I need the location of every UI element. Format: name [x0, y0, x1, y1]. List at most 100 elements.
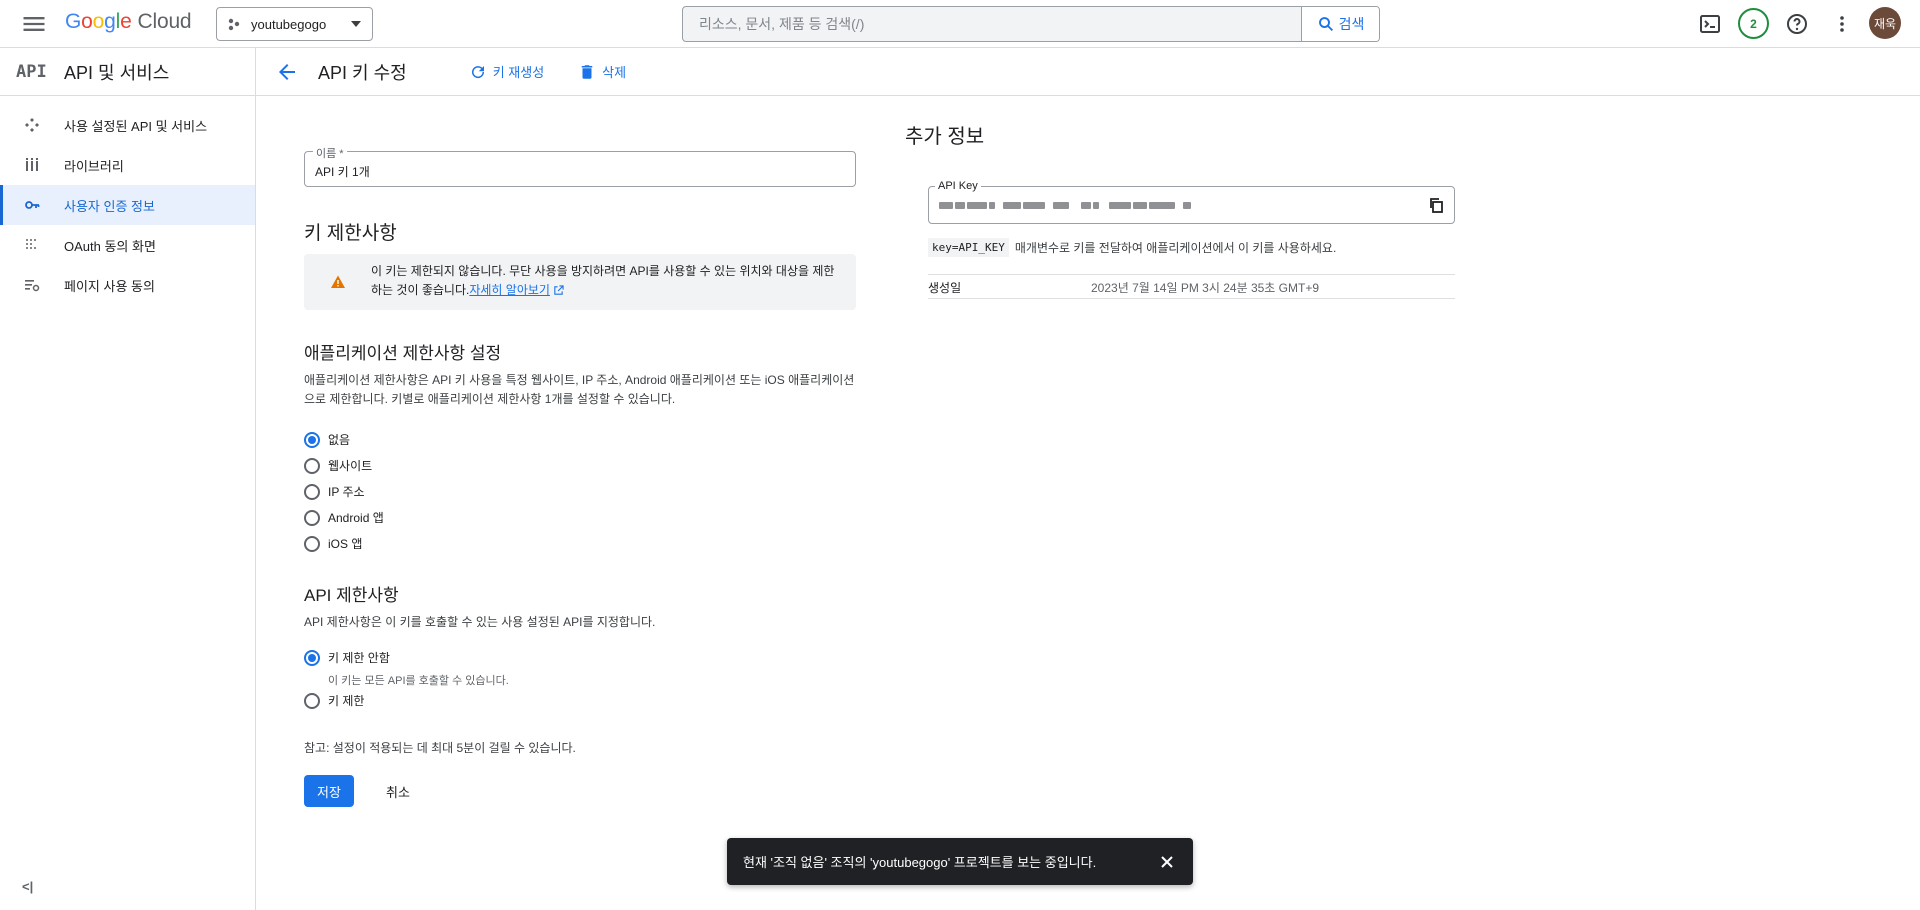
learn-more-link[interactable]: 자세히 알아보기: [469, 283, 550, 297]
sidebar-item-oauth[interactable]: OAuth 동의 화면: [0, 225, 255, 265]
logo-letter: o: [92, 10, 105, 33]
notification-badge[interactable]: 2: [1738, 8, 1769, 39]
logo-cloud-text: Cloud: [137, 10, 192, 33]
close-icon[interactable]: [1147, 842, 1187, 882]
regenerate-key-label: 키 재생성: [492, 65, 545, 80]
logo-letter: g: [104, 10, 116, 33]
sidebar-title: API 및 서비스: [64, 62, 170, 83]
radio-label: IP 주소: [328, 485, 365, 499]
radio-button[interactable]: [304, 509, 320, 526]
trash-icon: [578, 63, 596, 81]
logo-letter: G: [65, 10, 82, 33]
search-button-label: 검색: [1338, 16, 1365, 32]
radio-label: 웹사이트: [328, 459, 373, 473]
delete-label: 삭제: [602, 65, 627, 80]
api-key-usage-hint: key=API_KEY 매개변수로 키를 전달하여 애플리케이션에서 이 키를 …: [928, 238, 1336, 257]
library-icon: [24, 157, 40, 173]
name-field[interactable]: 이름 * API 키 1개: [304, 145, 856, 187]
menu-icon[interactable]: [20, 10, 48, 38]
unrestricted-warning: 이 키는 제한되지 않습니다. 무단 사용을 방지하려면 API를 사용할 수 …: [304, 254, 856, 310]
app-option-website[interactable]: 웹사이트: [304, 457, 372, 474]
page-header: API 키 수정 키 재생성 삭제: [256, 48, 1920, 96]
snackbar: 현재 '조직 없음' 조직의 'youtubegogo' 프로젝트를 보는 중입…: [727, 838, 1193, 885]
app-option-ios[interactable]: iOS 앱: [304, 535, 362, 552]
radio-button[interactable]: [304, 535, 320, 552]
search-input[interactable]: [683, 7, 1301, 41]
warning-text: 이 키는 제한되지 않습니다. 무단 사용을 방지하려면 API를 사용할 수 …: [371, 264, 835, 297]
sidebar-item-library[interactable]: 라이브러리: [0, 145, 255, 185]
divider: [928, 298, 1455, 299]
warning-icon: [330, 274, 346, 290]
radio-button[interactable]: [304, 692, 320, 709]
project-name: youtubegogo: [251, 16, 327, 32]
sidebar-item-label: 라이브러리: [64, 158, 124, 174]
delete-button[interactable]: 삭제: [578, 62, 626, 81]
name-field-value: API 키 1개: [315, 165, 370, 179]
snackbar-message: 현재 '조직 없음' 조직의 'youtubegogo' 프로젝트를 보는 중입…: [743, 855, 1097, 870]
radio-label: 없음: [328, 433, 351, 447]
logo-letter: e: [120, 10, 132, 33]
save-button[interactable]: 저장: [304, 775, 354, 807]
copy-icon[interactable]: [1428, 197, 1444, 213]
app-option-none[interactable]: 없음: [304, 431, 350, 448]
api-key-param: key=API_KEY: [928, 238, 1009, 257]
warning-message: 이 키는 제한되지 않습니다. 무단 사용을 방지하려면 API를 사용할 수 …: [371, 262, 841, 300]
learn-more-label: 자세히 알아보기: [469, 283, 550, 297]
sidebar-list: 사용 설정된 API 및 서비스 라이브러리 사용자 인증 정보 OAuth 동…: [0, 96, 255, 305]
back-arrow-icon[interactable]: [275, 60, 299, 84]
radio-sublabel: 이 키는 모든 API를 호출할 수 있습니다.: [328, 675, 509, 687]
help-icon[interactable]: [1785, 12, 1809, 36]
avatar[interactable]: 재욱: [1869, 7, 1901, 39]
refresh-icon: [469, 63, 487, 81]
radio-button[interactable]: [304, 649, 320, 666]
key-restrictions-heading: 키 제한사항: [304, 223, 397, 244]
oauth-icon: [24, 237, 40, 253]
logo-letter: o: [81, 10, 93, 33]
chevron-down-icon: [350, 18, 362, 30]
sidebar-item-label: 사용 설정된 API 및 서비스: [64, 118, 208, 134]
cancel-button[interactable]: 취소: [376, 775, 420, 807]
created-date-value: 2023년 7월 14일 PM 3시 24분 35초 GMT+9: [1091, 281, 1320, 295]
top-bar: GoogleCloud youtubegogo 검색 2 재욱: [0, 0, 1920, 48]
more-vert-icon[interactable]: [1830, 12, 1854, 36]
api-key-field[interactable]: API Key: [928, 180, 1455, 224]
radio-button[interactable]: [304, 457, 320, 474]
key-icon: [24, 197, 40, 213]
project-icon: [227, 17, 241, 31]
sidebar-item-page-usage[interactable]: 페이지 사용 동의: [0, 265, 255, 305]
project-picker[interactable]: youtubegogo: [216, 7, 373, 41]
api-logo: API: [16, 61, 47, 82]
additional-info-heading: 추가 정보: [905, 126, 985, 148]
api-option-unrestricted[interactable]: 키 제한 안함: [304, 649, 390, 666]
sidebar-item-enabled-apis[interactable]: 사용 설정된 API 및 서비스: [0, 105, 255, 145]
radio-label: iOS 앱: [328, 537, 363, 551]
api-key-masked-value: [939, 197, 1249, 213]
page-title: API 키 수정: [318, 62, 407, 83]
sidebar-header: API API 및 서비스: [0, 48, 255, 96]
radio-button[interactable]: [304, 483, 320, 500]
api-key-label: API Key: [935, 180, 981, 192]
sidebar-item-label: 사용자 인증 정보: [64, 198, 155, 214]
name-field-label: 이름 *: [313, 145, 347, 161]
api-option-restricted[interactable]: 키 제한: [304, 692, 364, 709]
google-cloud-logo[interactable]: Google Cloud: [65, 10, 192, 34]
regenerate-key-button[interactable]: 키 재생성: [469, 62, 544, 81]
app-option-ip[interactable]: IP 주소: [304, 483, 365, 500]
radio-button[interactable]: [304, 431, 320, 448]
api-restriction-description: API 제한사항은 이 키를 호출할 수 있는 사용 설정된 API를 지정합니…: [304, 615, 656, 629]
settings-note: 참고: 설정이 적용되는 데 최대 5분이 걸릴 수 있습니다.: [304, 741, 576, 755]
search-box: 검색: [682, 6, 1380, 42]
sidebar-item-credentials[interactable]: 사용자 인증 정보: [0, 185, 255, 225]
external-link-icon: [553, 285, 564, 296]
api-key-hint-text: 매개변수로 키를 전달하여 애플리케이션에서 이 키를 사용하세요.: [1014, 241, 1337, 255]
enabled-apis-icon: [24, 117, 40, 133]
terminal-icon[interactable]: [1698, 12, 1722, 36]
sidebar-item-label: 페이지 사용 동의: [64, 278, 155, 294]
page-usage-icon: [24, 277, 40, 293]
app-option-android[interactable]: Android 앱: [304, 509, 384, 526]
search-button[interactable]: 검색: [1301, 7, 1379, 41]
collapse-sidebar-button[interactable]: <|: [22, 879, 33, 894]
sidebar-item-label: OAuth 동의 화면: [64, 238, 156, 254]
radio-label: 키 제한 안함: [328, 651, 390, 665]
app-restriction-heading: 애플리케이션 제한사항 설정: [304, 344, 502, 363]
